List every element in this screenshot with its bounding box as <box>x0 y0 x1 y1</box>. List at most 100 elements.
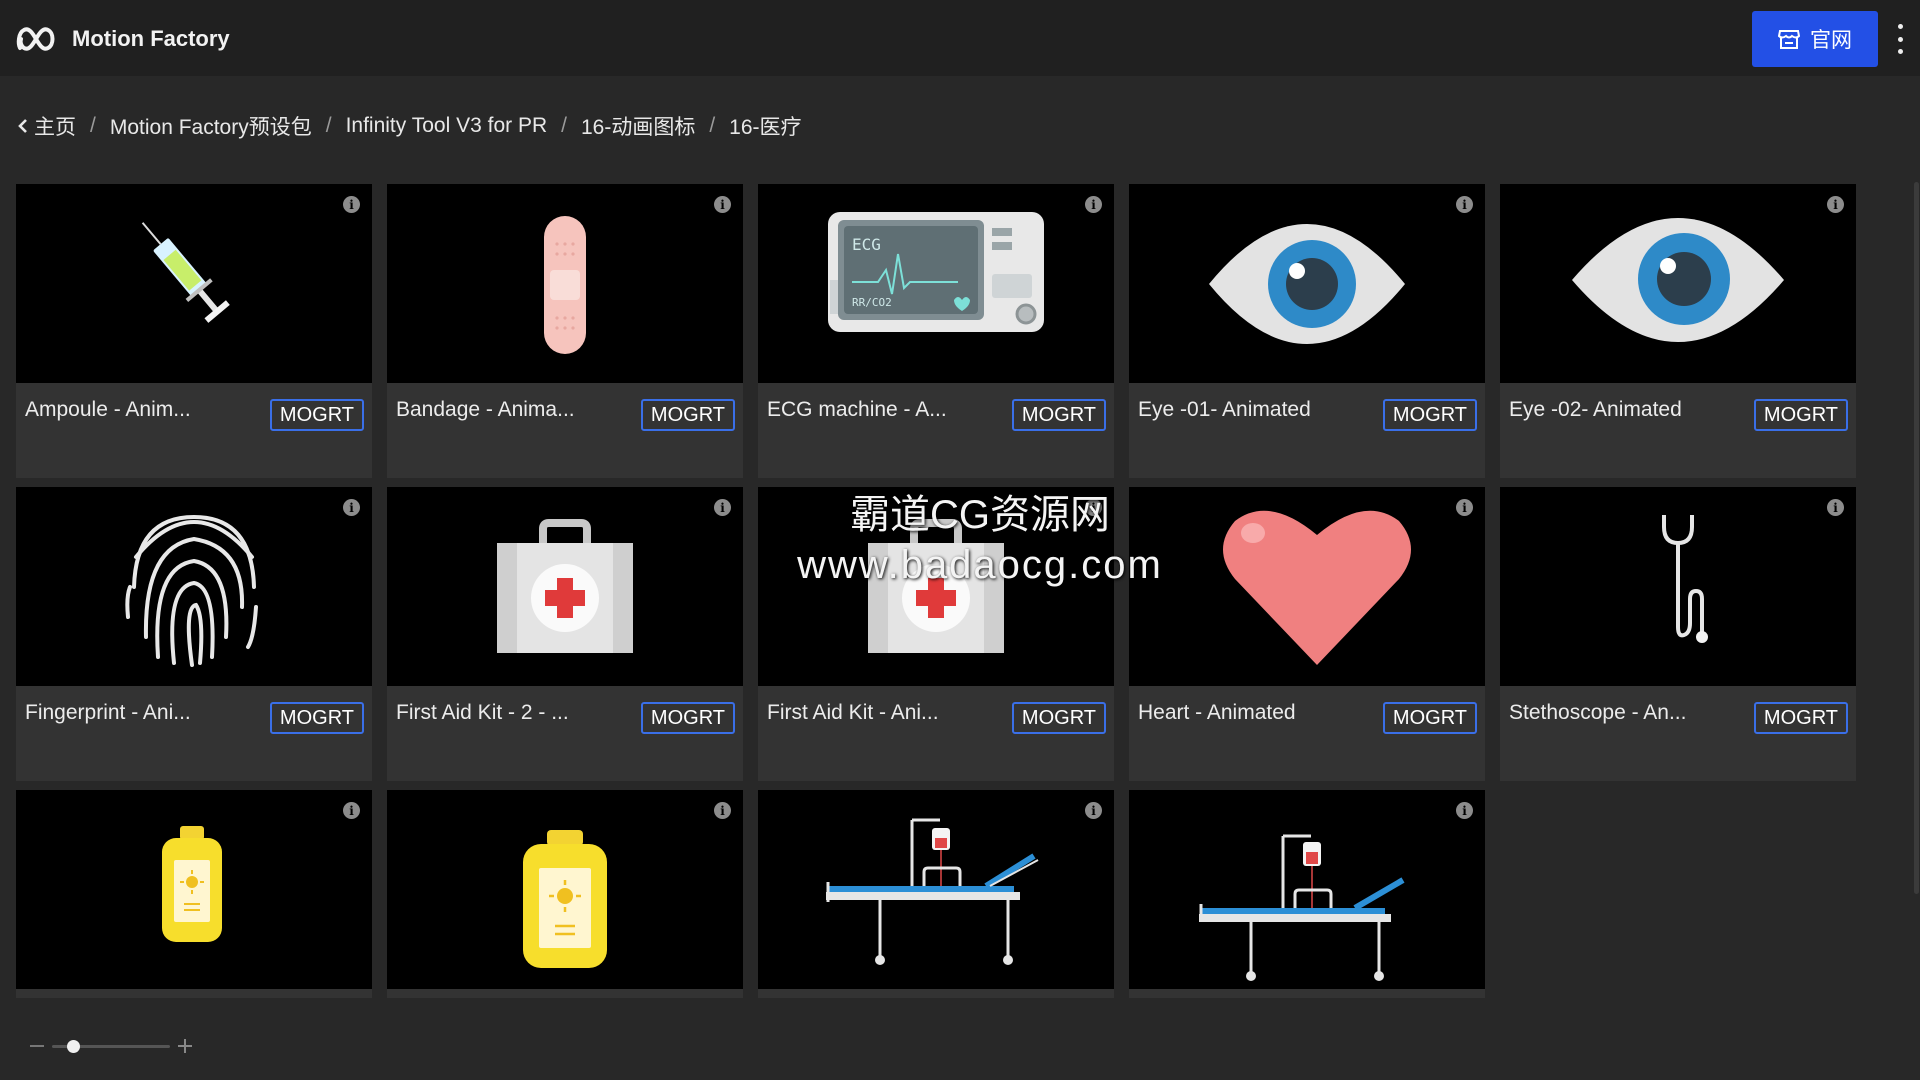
info-icon[interactable]: i <box>1827 196 1844 213</box>
official-site-button[interactable]: 官网 <box>1752 11 1878 67</box>
info-icon[interactable]: i <box>1085 196 1102 213</box>
card-title: First Aid Kit - 2 - ... <box>396 701 569 724</box>
info-icon[interactable]: i <box>343 499 360 516</box>
thumbnail: i <box>16 790 372 989</box>
kebab-icon[interactable] <box>1890 24 1910 54</box>
thumbnail: i <box>387 790 743 989</box>
asset-card-first-aid-kit[interactable]: i First Aid Kit - Ani... MOGRT <box>758 487 1114 781</box>
syringe-icon <box>141 222 230 323</box>
slider-handle[interactable] <box>67 1040 81 1053</box>
first-aid-kit-icon <box>868 519 1004 653</box>
ecg-screen-subtext: RR/CO2 <box>852 296 892 309</box>
fingerprint-icon <box>125 514 258 667</box>
thumbnail: i <box>387 487 743 686</box>
mogrt-badge[interactable]: MOGRT <box>1011 702 1106 734</box>
ecg-screen-text: ECG <box>852 235 881 254</box>
breadcrumb: 主页 / Motion Factory预设包 / Infinity Tool V… <box>18 110 802 142</box>
breadcrumb-separator: / <box>90 114 96 137</box>
card-title: Eye -01- Animated <box>1138 398 1311 421</box>
thumbnail-size-slider[interactable] <box>30 1036 200 1056</box>
info-icon[interactable]: i <box>1456 802 1473 819</box>
info-icon[interactable]: i <box>714 196 731 213</box>
card-title: Stethoscope - An... <box>1509 701 1687 724</box>
thumbnail: i <box>387 184 743 383</box>
breadcrumb-animated-icons[interactable]: 16-动画图标 <box>581 111 695 141</box>
thumbnail: i <box>1129 184 1485 383</box>
store-icon <box>1778 30 1800 49</box>
asset-card-ecg-machine[interactable]: ECG RR/CO2 i ECG machine - A... MOGRT <box>758 184 1114 478</box>
medicine-bottle-icon <box>523 830 607 968</box>
asset-card-hospital-bed-2[interactable]: i <box>1129 790 1485 998</box>
breadcrumb-infinity-tool[interactable]: Infinity Tool V3 for PR <box>346 114 548 138</box>
eye-icon <box>1209 224 1405 344</box>
hospital-bed-icon <box>1199 834 1405 981</box>
card-title: Eye -02- Animated <box>1509 398 1682 421</box>
card-title: Ampoule - Anim... <box>25 398 191 421</box>
asset-card-medicine-bottle-2[interactable]: i <box>387 790 743 998</box>
card-title: Fingerprint - Ani... <box>25 701 191 724</box>
mogrt-badge[interactable]: MOGRT <box>640 399 735 431</box>
heart-icon <box>1223 510 1411 665</box>
card-title: Bandage - Anima... <box>396 398 575 421</box>
mogrt-badge[interactable]: MOGRT <box>1753 702 1848 734</box>
info-icon[interactable]: i <box>714 499 731 516</box>
asset-card-medicine-bottle[interactable]: i <box>16 790 372 998</box>
mogrt-badge[interactable]: MOGRT <box>640 702 735 734</box>
asset-card-fingerprint[interactable]: i Fingerprint - Ani... MOGRT <box>16 487 372 781</box>
breadcrumb-separator: / <box>709 114 716 137</box>
thumbnail: i <box>758 790 1114 989</box>
breadcrumb-home[interactable]: 主页 <box>34 111 76 141</box>
eye-icon <box>1572 218 1784 342</box>
asset-card-eye-02[interactable]: i Eye -02- Animated MOGRT <box>1500 184 1856 478</box>
top-bar: Motion Factory 官网 <box>0 0 1920 76</box>
info-icon[interactable]: i <box>343 802 360 819</box>
thumbnail: i <box>16 184 372 383</box>
hospital-bed-icon <box>826 818 1039 965</box>
app-title: Motion Factory <box>72 26 230 51</box>
thumbnail: i <box>758 487 1114 686</box>
breadcrumb-medical[interactable]: 16-医疗 <box>729 111 801 141</box>
mogrt-badge[interactable]: MOGRT <box>1382 702 1477 734</box>
thumbnail: i <box>1129 790 1485 989</box>
asset-card-first-aid-kit-2[interactable]: i First Aid Kit - 2 - ... MOGRT <box>387 487 743 781</box>
info-icon[interactable]: i <box>714 802 731 819</box>
asset-card-eye-01[interactable]: i Eye -01- Animated MOGRT <box>1129 184 1485 478</box>
asset-card-heart[interactable]: i Heart - Animated MOGRT <box>1129 487 1485 781</box>
asset-card-bandage[interactable]: i Bandage - Anima... MOGRT <box>387 184 743 478</box>
info-icon[interactable]: i <box>1827 499 1844 516</box>
info-icon[interactable]: i <box>1085 499 1102 516</box>
thumbnail: i <box>1129 487 1485 686</box>
mogrt-badge[interactable]: MOGRT <box>269 399 364 431</box>
mogrt-badge[interactable]: MOGRT <box>269 702 364 734</box>
ecg-machine-icon: ECG RR/CO2 <box>828 212 1044 332</box>
stethoscope-icon <box>1662 515 1708 643</box>
motion-factory-logo-icon <box>16 27 55 51</box>
bottom-bar <box>0 998 1920 1080</box>
mogrt-badge[interactable]: MOGRT <box>1753 399 1848 431</box>
breadcrumb-separator: / <box>325 114 332 137</box>
card-title: ECG machine - A... <box>767 398 947 421</box>
zoom-out-icon[interactable] <box>30 1045 44 1047</box>
breadcrumb-separator: / <box>561 114 567 137</box>
zoom-in-icon[interactable] <box>178 1039 192 1053</box>
thumbnail: i <box>1500 184 1856 383</box>
medicine-bottle-icon <box>162 826 222 942</box>
slider-track[interactable] <box>52 1040 170 1053</box>
thumbnail: i <box>1500 487 1856 686</box>
info-icon[interactable]: i <box>1085 802 1102 819</box>
info-icon[interactable]: i <box>343 196 360 213</box>
mogrt-badge[interactable]: MOGRT <box>1382 399 1477 431</box>
vertical-scrollbar[interactable] <box>1914 182 1919 894</box>
asset-card-hospital-bed[interactable]: i <box>758 790 1114 998</box>
thumbnail: i <box>16 487 372 686</box>
info-icon[interactable]: i <box>1456 499 1473 516</box>
thumbnail: ECG RR/CO2 i <box>758 184 1114 383</box>
info-icon[interactable]: i <box>1456 196 1473 213</box>
chevron-left-icon[interactable] <box>18 118 28 134</box>
breadcrumb-preset-pack[interactable]: Motion Factory预设包 <box>110 111 312 141</box>
asset-card-stethoscope[interactable]: i Stethoscope - An... MOGRT <box>1500 487 1856 781</box>
mogrt-badge[interactable]: MOGRT <box>1011 399 1106 431</box>
asset-card-ampoule[interactable]: i Ampoule - Anim... MOGRT <box>16 184 372 478</box>
brand[interactable]: Motion Factory <box>16 22 230 56</box>
card-title: Heart - Animated <box>1138 701 1296 724</box>
